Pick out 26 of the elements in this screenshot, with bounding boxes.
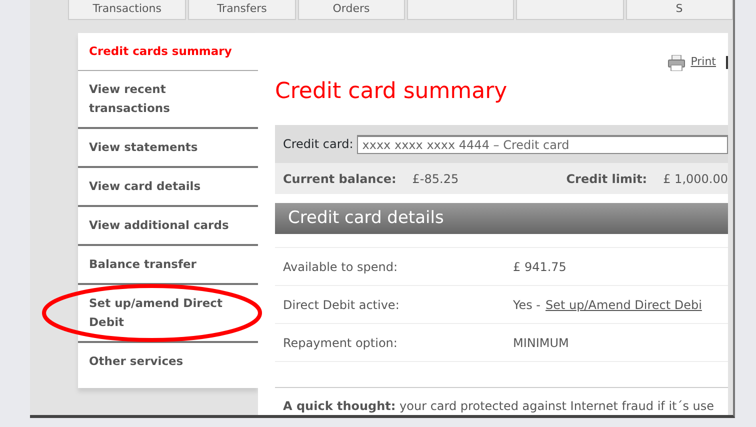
nav-tab[interactable]: S <box>626 0 733 20</box>
separator <box>726 56 728 69</box>
limit-value: £ 1,000.00 <box>663 170 728 188</box>
card-select[interactable]: xxxx xxxx xxxx 4444 – Credit card <box>357 134 728 154</box>
detail-label: Available to spend: <box>283 258 399 276</box>
detail-value: MINIMUM <box>513 334 569 352</box>
security-note: A quick thought: your card protected against Internet fraud if it´s use <box>282 398 716 415</box>
nav-tab[interactable]: Transfers <box>188 0 296 20</box>
detail-value: Yes - <box>513 296 541 314</box>
detail-value: £ 941.75 <box>513 258 566 276</box>
limit-label: Credit limit: <box>566 170 648 188</box>
nav-tab[interactable] <box>516 0 624 20</box>
balance-label: Current balance: <box>283 170 396 188</box>
page-title: Credit card summary <box>275 79 508 106</box>
balance-value: £-85.25 <box>412 170 459 188</box>
nav-tab[interactable]: Orders <box>298 0 405 20</box>
direct-debit-link[interactable]: Set up/Amend Direct Debi <box>546 296 702 314</box>
print-link[interactable]: Print <box>690 54 716 71</box>
field-label: Credit card: <box>283 136 354 154</box>
section-header: Credit card details <box>275 203 728 234</box>
sidebar-item[interactable]: Other services <box>78 343 258 380</box>
nav-tab[interactable] <box>406 0 514 20</box>
printer-icon <box>668 54 685 70</box>
nav-tab[interactable]: Transactions <box>68 0 186 20</box>
detail-label: Direct Debit active: <box>283 296 400 314</box>
detail-label: Repayment option: <box>283 334 398 352</box>
